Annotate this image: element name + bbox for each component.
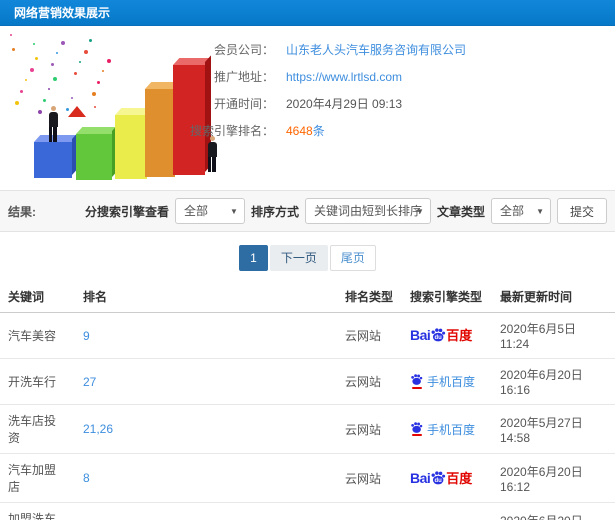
baidu-logo: Bai du 百度: [410, 469, 473, 486]
member-info-panel: 会员公司： 山东老人头汽车服务咨询有限公司 推广地址： https://www.…: [178, 36, 607, 144]
mobile-baidu-logo: 手机百度: [410, 373, 475, 390]
chevron-down-icon: ▼: [536, 207, 544, 216]
mobile-baidu-label: 手机百度: [427, 422, 476, 437]
engine-rank-row: 搜索引擎排名： 4648条: [178, 117, 607, 144]
update-time-cell: 2020年5月27日 14:58: [492, 404, 615, 454]
page-title: 网络营销效果展示: [0, 0, 615, 26]
baidu-logo: Bai du 百度: [410, 327, 473, 343]
sort-value: 关键词由短到长排序: [313, 204, 422, 218]
col-rank-type: 排名类型: [337, 281, 402, 313]
rank-cell: 21,26: [75, 404, 337, 454]
engine-rank-label: 搜索引擎排名：: [189, 124, 274, 138]
member-company-row: 会员公司： 山东老人头汽车服务咨询有限公司: [178, 36, 607, 63]
next-page-button[interactable]: 下一页: [269, 245, 328, 271]
sort-select[interactable]: 关键词由短到长排序 ▼: [304, 198, 431, 224]
table-row: 汽车加盟店 8 云网站 Bai du 百度 2020年6月20日 16:12: [0, 453, 615, 503]
keyword-cell: 汽车美容: [0, 312, 75, 359]
company-link[interactable]: 山东老人头汽车服务咨询有限公司: [286, 41, 466, 58]
rank-link[interactable]: 21,26: [83, 422, 113, 436]
article-type-label: 文章类型: [436, 204, 485, 219]
table-row: 洗车店投资 21,26 云网站 手机百度 2020年5月27日 14:58: [0, 404, 615, 454]
rank-unit: 条: [312, 124, 325, 138]
bar-blue: [34, 142, 72, 178]
rank-cell: 25,28,28: [75, 502, 337, 520]
bar-orange: [145, 89, 175, 177]
baidu-paw-icon: [411, 422, 423, 433]
url-label: 推广地址：: [213, 70, 274, 84]
mobile-baidu-paw-icon: [410, 422, 423, 437]
rank-link[interactable]: 8: [83, 471, 90, 485]
top-section: 会员公司： 山东老人头汽车服务咨询有限公司 推广地址： https://www.…: [0, 26, 615, 190]
baidu-paw-icon: [411, 374, 423, 386]
rank-link[interactable]: 27: [83, 375, 96, 389]
rank-type-cell: 云网站: [337, 453, 402, 503]
bar-yellow: [115, 115, 147, 179]
baidu-paw-icon: du: [431, 328, 446, 342]
article-type-value: 全部: [499, 204, 524, 218]
svg-text:du: du: [435, 478, 443, 484]
confetti-dots: [10, 34, 120, 119]
keyword-cell: 加盟洗车店: [0, 502, 75, 520]
update-time-cell: 2020年6月20日 16:12: [492, 453, 615, 503]
page-1-button[interactable]: 1: [239, 245, 268, 271]
results-table: 关键词 排名 排名类型 搜索引擎类型 最新更新时间 汽车美容 9 云网站 Bai du 百…: [0, 281, 615, 520]
col-engine-type: 搜索引擎类型: [402, 281, 492, 313]
mobile-baidu-logo: 手机百度: [410, 421, 475, 438]
rank-cell: 8: [75, 453, 337, 503]
mobile-baidu-label: 手机百度: [427, 375, 476, 389]
bar-green: [76, 134, 112, 180]
rank-type-cell: 云网站: [337, 502, 402, 520]
open-time-label: 开通时间：: [213, 97, 274, 111]
table-row: 开洗车行 27 云网站 手机百度 2020年6月20日 16:16: [0, 358, 615, 405]
table-row: 汽车美容 9 云网站 Bai du 百度 2020年6月5日 11:24: [0, 312, 615, 359]
keyword-cell: 洗车店投资: [0, 404, 75, 454]
open-time-value: 2020年4月29日 09:13: [286, 97, 403, 111]
businessman-figure-left: [46, 106, 60, 142]
engine-type-cell: 手机百度: [402, 358, 492, 405]
engine-type-cell: 手机百度: [402, 502, 492, 520]
pagination: 1 下一页 尾页: [0, 245, 615, 271]
rank-type-cell: 云网站: [337, 404, 402, 454]
filter-controls: 分搜索引擎查看 全部 ▼ 排序方式 关键词由短到长排序 ▼ 文章类型 全部 ▼ …: [85, 198, 607, 224]
rank-type-cell: 云网站: [337, 312, 402, 359]
last-page-button[interactable]: 尾页: [329, 245, 376, 271]
rank-cell: 27: [75, 358, 337, 405]
update-time-cell: 2020年6月5日 11:24: [492, 312, 615, 359]
rank-type-cell: 云网站: [337, 358, 402, 405]
open-time-row: 开通时间： 2020年4月29日 09:13: [178, 90, 607, 117]
engine-type-cell: Bai du 百度: [402, 312, 492, 359]
result-label: 结果:: [8, 204, 36, 219]
engine-filter-value: 全部: [183, 204, 208, 218]
svg-text:du: du: [435, 336, 443, 342]
col-keyword: 关键词: [0, 281, 75, 313]
company-label: 会员公司：: [213, 43, 274, 57]
engine-filter-label: 分搜索引擎查看: [84, 204, 169, 219]
baidu-paw-icon: du: [431, 471, 446, 485]
sort-label: 排序方式: [250, 204, 299, 219]
filter-bar: 结果: 分搜索引擎查看 全部 ▼ 排序方式 关键词由短到长排序 ▼ 文章类型 全…: [0, 190, 615, 232]
col-rank: 排名: [75, 281, 337, 313]
engine-rank-value: 4648条: [286, 122, 325, 139]
promo-url-row: 推广地址： https://www.lrtlsd.com: [178, 63, 607, 90]
engine-filter-select[interactable]: 全部 ▼: [174, 198, 245, 224]
mobile-baidu-paw-icon: [410, 374, 423, 389]
table-header-row: 关键词 排名 排名类型 搜索引擎类型 最新更新时间: [0, 281, 615, 313]
update-time-cell: 2020年6月20日 16:11: [492, 502, 615, 520]
rank-cell: 9: [75, 312, 337, 359]
submit-button[interactable]: 提交: [556, 198, 607, 224]
promo-url-link[interactable]: https://www.lrtlsd.com: [286, 70, 402, 84]
article-type-select[interactable]: 全部 ▼: [490, 198, 551, 224]
red-up-arrow-icon: [68, 92, 88, 117]
col-update-time: 最新更新时间: [492, 281, 615, 313]
engine-type-cell: Bai du 百度: [402, 453, 492, 503]
update-time-cell: 2020年6月20日 16:16: [492, 358, 615, 405]
keyword-cell: 开洗车行: [0, 358, 75, 405]
engine-type-cell: 手机百度: [402, 404, 492, 454]
rank-link[interactable]: 9: [83, 329, 90, 343]
rank-count: 4648: [286, 124, 313, 138]
chevron-down-icon: ▼: [230, 207, 238, 216]
table-row: 加盟洗车店25,28,28云网站手机百度2020年6月20日 16:11: [0, 502, 615, 520]
keyword-cell: 汽车加盟店: [0, 453, 75, 503]
chevron-down-icon: ▼: [416, 207, 424, 216]
